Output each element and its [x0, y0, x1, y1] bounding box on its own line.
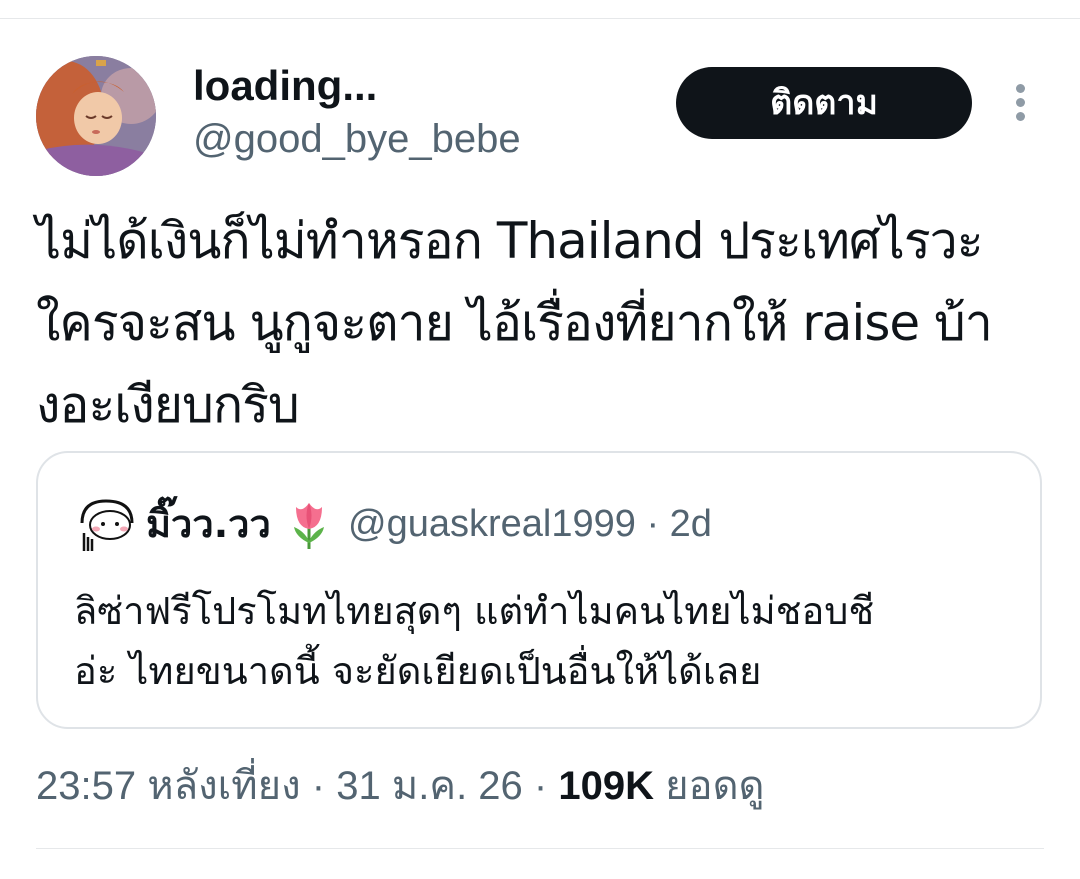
author-display-name[interactable]: loading... [193, 60, 377, 112]
quote-meta: @guaskreal1999 · 2d [348, 499, 712, 549]
bottom-divider [36, 848, 1044, 849]
meta-separator: · [533, 764, 548, 808]
author-avatar[interactable] [36, 56, 156, 176]
quote-text-line: ลิซ่าฟรีโปรโมทไทยสุดๆ แต่ทำไมคนไทยไม่ชอบ… [74, 589, 875, 633]
more-vertical-icon[interactable] [1004, 80, 1036, 126]
tweet-text: ไม่ได้เงินก็ไม่ทำหรอก Thailand ประเทศไรว… [36, 200, 1056, 446]
quote-author-avatar[interactable] [76, 493, 140, 557]
quote-text: ลิซ่าฟรีโปรโมทไทยสุดๆ แต่ทำไมคนไทยไม่ชอบ… [74, 581, 1034, 701]
meta-separator: · [311, 764, 326, 808]
quote-avatar-image [76, 493, 140, 557]
quote-age[interactable]: 2d [670, 503, 712, 545]
author-handle[interactable]: @good_bye_bebe [193, 114, 521, 164]
top-divider [0, 18, 1080, 19]
tweet-date[interactable]: 31 ม.ค. 26 [336, 764, 523, 808]
avatar-image [36, 56, 156, 176]
views-count[interactable]: 109K [558, 764, 654, 808]
tweet-text-line: ไม่ได้เงินก็ไม่ทำหรอก Thailand ประเทศไรว… [36, 212, 984, 270]
tweet-text-line: งอะเงียบกริบ [36, 376, 300, 434]
quote-separator: · [646, 503, 660, 545]
tulip-icon [288, 497, 330, 549]
quote-text-line: อ่ะ ไทยขนาดนี้ จะยัดเยียดเป็นอื่นให้ได้เ… [74, 649, 762, 693]
views-label[interactable]: ยอดดู [665, 764, 764, 808]
tweet-time[interactable]: 23:57 หลังเที่ยง [36, 764, 301, 808]
follow-button[interactable]: ติดตาม [676, 67, 972, 139]
quoted-tweet-card[interactable]: มิ๊วว.วว @guaskreal1999 · 2d ลิซ่าฟรีโปร… [36, 451, 1042, 729]
quote-display-name[interactable]: มิ๊วว.วว [146, 497, 271, 551]
tweet-meta: 23:57 หลังเที่ยง · 31 ม.ค. 26 · 109K ยอด… [36, 760, 765, 812]
tweet-text-line: ใครจะสน นูกูจะตาย ไอ้เรื่องที่ยากให้ rai… [36, 294, 993, 352]
quote-handle[interactable]: @guaskreal1999 [348, 503, 636, 545]
